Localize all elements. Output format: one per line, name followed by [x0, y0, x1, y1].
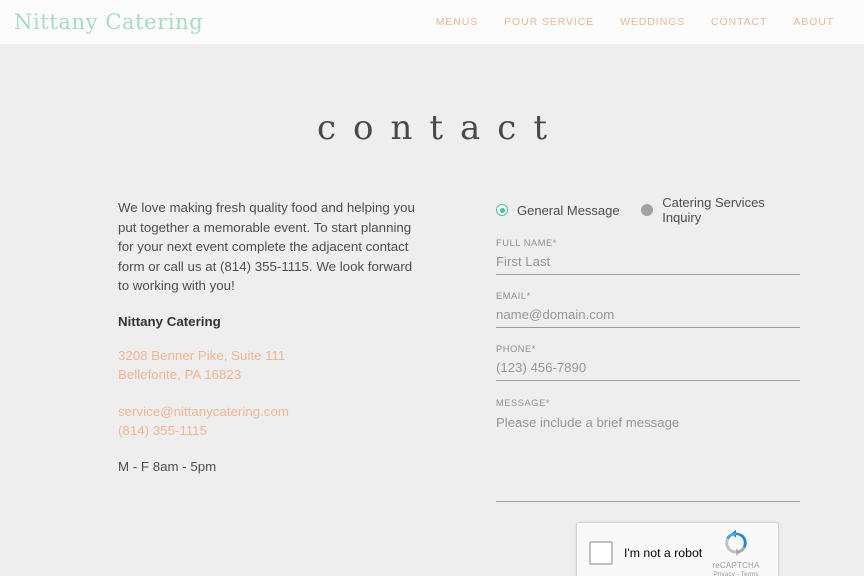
address-block: 3208 Benner Pike, Suite 111 Bellefonte, … [118, 346, 438, 385]
recaptcha-widget[interactable]: I'm not a robot reCAPTCHA Privacy - Term… [576, 522, 779, 576]
radio-option-general-message[interactable]: General Message [496, 203, 641, 218]
recaptcha-checkbox[interactable] [589, 541, 613, 565]
recaptcha-branding: reCAPTCHA Privacy - Terms [705, 529, 767, 576]
page-title: contact [316, 108, 565, 148]
brand-logo[interactable]: Nittany Catering [14, 11, 203, 33]
radio-unselected-icon[interactable] [641, 204, 654, 216]
label-email: EMAIL* [496, 291, 531, 301]
site-header: Nittany Catering MENUS POUR SERVICE WEDD… [0, 0, 864, 45]
field-email: EMAIL* [496, 291, 800, 328]
field-full-name: FULL NAME* [496, 238, 800, 275]
nav-link-about[interactable]: ABOUT [793, 16, 834, 28]
email-link[interactable]: service@nittanycatering.com [118, 402, 438, 422]
inquiry-type-radio-group: General Message Catering Services Inquir… [496, 195, 800, 225]
business-hours: M - F 8am - 5pm [118, 458, 217, 474]
contact-info-column: We love making fresh quality food and he… [118, 198, 438, 474]
intro-paragraph: We love making fresh quality food and he… [118, 200, 415, 294]
radio-selected-icon[interactable] [496, 204, 508, 216]
field-phone: PHONE* [496, 344, 800, 381]
phone-input[interactable] [496, 360, 800, 381]
contact-form: General Message Catering Services Inquir… [496, 195, 800, 576]
label-message: MESSAGE* [496, 398, 550, 408]
phone-link[interactable]: (814) 355-1115 [118, 421, 438, 441]
recaptcha-logo-icon [725, 529, 747, 556]
nav-link-weddings[interactable]: WEDDINGS [620, 16, 685, 28]
recaptcha-legal-links[interactable]: Privacy - Terms [713, 571, 758, 576]
contact-links: service@nittanycatering.com (814) 355-11… [118, 402, 438, 441]
radio-option-catering-inquiry[interactable]: Catering Services Inquiry [641, 195, 800, 225]
nav-link-menus[interactable]: MENUS [436, 16, 478, 28]
label-phone: PHONE* [496, 344, 536, 354]
address-line-1: 3208 Benner Pike, Suite 111 [118, 347, 286, 363]
radio-label-catering-inquiry: Catering Services Inquiry [662, 195, 765, 225]
full-name-input[interactable] [496, 254, 800, 275]
recaptcha-brand-name: reCAPTCHA [712, 560, 760, 570]
label-full-name: FULL NAME* [496, 238, 557, 248]
email-input[interactable] [496, 307, 800, 328]
address-line-2: Bellefonte, PA 16823 [118, 367, 242, 383]
company-name: Nittany Catering [118, 313, 221, 329]
main-navigation: MENUS POUR SERVICE WEDDINGS CONTACT ABOU… [436, 16, 848, 28]
message-input[interactable] [496, 414, 800, 502]
recaptcha-label: I'm not a robot [624, 546, 703, 560]
nav-link-contact[interactable]: CONTACT [711, 16, 767, 28]
field-message: MESSAGE* [496, 398, 800, 502]
nav-link-pour-service[interactable]: POUR SERVICE [504, 16, 594, 28]
radio-label-general-message: General Message [517, 202, 620, 218]
